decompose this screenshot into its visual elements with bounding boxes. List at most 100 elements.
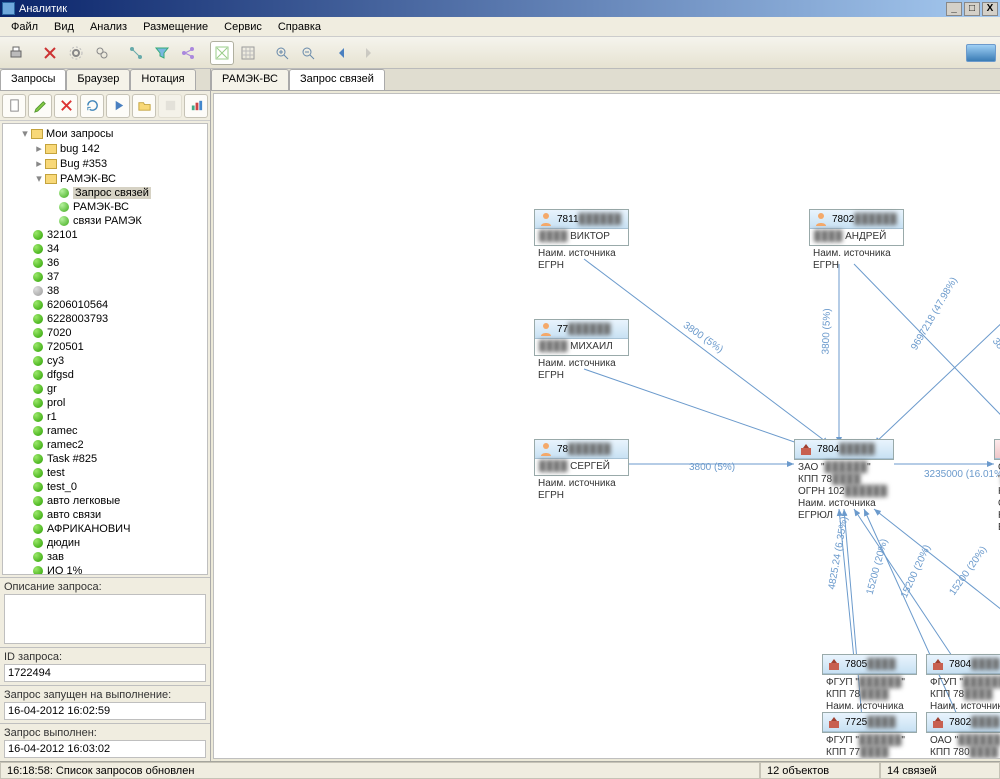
menu-file[interactable]: Файл [3,19,46,35]
tree-item-selected[interactable]: Запрос связей [73,187,151,199]
link-label: 15200 (20%) [947,544,989,597]
status-icon [33,538,43,548]
menu-service[interactable]: Сервис [216,19,270,35]
canvas-tab-2[interactable]: Запрос связей [289,69,385,90]
tree-item[interactable]: авто легковые [47,495,120,507]
person-node[interactable]: 7802██████████ АНДРЕЙНаим. источника ЕГР… [809,209,904,274]
link1-button[interactable] [124,41,148,65]
started-field[interactable]: 16-04-2012 16:02:59 [4,702,206,720]
menu-analysis[interactable]: Анализ [82,19,135,35]
query-toolbar [0,91,210,121]
status-icon [33,524,43,534]
tree-item[interactable]: r1 [47,411,57,423]
tab-notation[interactable]: Нотация [130,69,195,90]
tree-item[interactable]: 7020 [47,327,71,339]
tree-item[interactable]: Task #825 [47,453,97,465]
person-node[interactable]: 78██████████ СЕРГЕЙНаим. источника ЕГРН [534,439,629,504]
disabled1-button[interactable] [158,94,182,118]
tree-item[interactable]: gr [47,383,57,395]
zoom-out-button[interactable] [296,41,320,65]
status-icon [33,342,43,352]
chart-button[interactable] [184,94,208,118]
tree-item[interactable]: cy3 [47,355,64,367]
person-node[interactable]: 77██████████ МИХАИЛНаим. источника ЕГРН [534,319,629,384]
tree-item[interactable]: 720501 [47,341,84,353]
tree-folder[interactable]: РАМЭК-ВС [60,173,116,185]
gear-button[interactable] [64,41,88,65]
tree-item[interactable]: ramec2 [47,439,84,451]
run-button[interactable] [106,94,130,118]
new-button[interactable] [2,94,26,118]
edit-button[interactable] [28,94,52,118]
tree-root[interactable]: Мои запросы [46,128,113,140]
tab-queries[interactable]: Запросы [0,69,66,90]
status-icon [33,412,43,422]
gear2-button[interactable] [90,41,114,65]
tree-folder[interactable]: Bug #353 [60,158,107,170]
done-field[interactable]: 16-04-2012 16:03:02 [4,740,206,758]
refresh-button[interactable] [80,94,104,118]
tree-item[interactable]: зав [47,551,64,563]
minimize-button[interactable]: _ [946,2,962,16]
main-toolbar [0,37,1000,69]
org-node[interactable]: 7804█████ООО"████████████"КПП 7802████ОГ… [994,439,1000,536]
tree-item[interactable]: дюдин [47,537,80,549]
network-button[interactable] [176,41,200,65]
tree-item[interactable]: АФРИКАНОВИЧ [47,523,130,535]
tree-item[interactable]: test_0 [47,481,77,493]
app-icon [2,2,15,15]
tree-item[interactable]: РАМЭК-ВС [73,201,129,213]
tree-item[interactable]: 6228003793 [47,313,108,325]
person-node[interactable]: 7811██████████ ВИКТОРНаим. источника ЕГР… [534,209,629,274]
tree-item[interactable]: test [47,467,65,479]
menu-layout[interactable]: Размещение [135,19,216,35]
id-label: ID запроса: [4,651,206,663]
link-label: 9697218 (47.98%) [909,275,960,352]
status-icon [33,552,43,562]
tree-item[interactable]: dfgsd [47,369,74,381]
status-icon [33,398,43,408]
folder-icon [45,144,57,154]
canvas-tab-1[interactable]: РАМЭК-ВС [211,69,289,90]
tree-item[interactable]: 6206010564 [47,299,108,311]
node-icon [59,188,69,198]
tree-item[interactable]: ИО 1% [47,565,82,575]
tree-item[interactable]: 36 [47,257,59,269]
folder-icon [45,174,57,184]
query-tree[interactable]: ▾Мои запросы ▸bug 142 ▸Bug #353 ▾РАМЭК-В… [2,123,208,575]
nav-fwd-button[interactable] [356,41,380,65]
folder-button[interactable] [132,94,156,118]
desc-field[interactable] [4,594,206,644]
maximize-button[interactable]: □ [964,2,980,16]
menu-help[interactable]: Справка [270,19,329,35]
tree-folder[interactable]: bug 142 [60,143,100,155]
nav-back-button[interactable] [330,41,354,65]
grid-button[interactable] [236,41,260,65]
filter-button[interactable] [150,41,174,65]
started-label: Запрос запущен на выполнение: [4,689,206,701]
org-node-center[interactable]: 7804█████ЗАО "██████"КПП 78████ОГРН 102█… [794,439,894,524]
org-node[interactable]: 7802████ОАО "██████"КПП 780████ОГРН 102█… [926,712,1000,759]
link-label: 15200 (20%) [899,543,933,600]
close-button[interactable]: X [982,2,998,16]
tab-browser[interactable]: Браузер [66,69,130,90]
delete-button[interactable] [38,41,62,65]
tree-item[interactable]: 37 [47,271,59,283]
tree-item[interactable]: ramec [47,425,78,437]
menu-view[interactable]: Вид [46,19,82,35]
net2-button[interactable] [210,41,234,65]
done-label: Запрос выполнен: [4,727,206,739]
tree-item[interactable]: связи РАМЭК [73,215,142,227]
zoom-in-button[interactable] [270,41,294,65]
remove-button[interactable] [54,94,78,118]
print-button[interactable] [4,41,28,65]
tree-item[interactable]: prol [47,397,65,409]
id-field[interactable]: 1722494 [4,664,206,682]
tree-item[interactable]: авто связи [47,509,101,521]
tree-item[interactable]: 34 [47,243,59,255]
tree-item[interactable]: 32101 [47,229,78,241]
graph-canvas[interactable]: 7811██████████ ВИКТОРНаим. источника ЕГР… [213,93,1000,759]
link-label: 3800 (5%) [689,462,735,473]
tree-item[interactable]: 38 [47,285,59,297]
org-node[interactable]: 7725████ФГУП "██████"КПП 77████ОГРН 102█… [822,712,917,759]
